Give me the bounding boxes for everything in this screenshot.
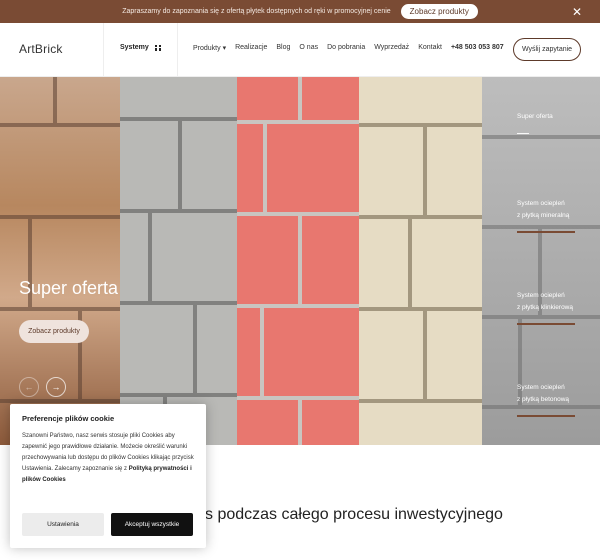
active-indicator	[517, 133, 529, 134]
nav-item-blog[interactable]: Blog	[276, 44, 290, 52]
hero-title: Super oferta	[19, 278, 119, 298]
slider-tab-betonowa[interactable]: System ociepleń z płytką betonową	[517, 382, 569, 406]
nav-item-realizacje[interactable]: Realizacje	[235, 44, 267, 52]
systemy-label: Systemy	[120, 44, 149, 51]
arrow-left-icon[interactable]: ←	[19, 377, 39, 397]
cookie-actions: Ustawienia Akceptuj wszystkie	[22, 513, 193, 536]
cookie-consent-dialog: Preferencje plików cookie Szanowni Państ…	[10, 404, 206, 548]
slider-tab-label: System ociepleń	[517, 292, 565, 299]
divider	[517, 415, 575, 417]
cookie-text: Szanowni Państwo, nasz serwis stosuje pl…	[22, 431, 194, 486]
slider-tab-label: z płytką mineralną	[517, 212, 570, 219]
close-icon[interactable]: ✕	[572, 5, 582, 19]
divider	[517, 323, 575, 325]
nav-item-kontakt[interactable]: Kontakt	[418, 44, 442, 52]
slider-tab-label: Super oferta	[517, 113, 553, 120]
nav-item-o-nas[interactable]: O nas	[299, 44, 318, 52]
accept-all-button[interactable]: Akceptuj wszystkie	[111, 513, 193, 536]
nav-item-wyprzedaz[interactable]: Wyprzedaż	[374, 44, 409, 52]
brick-pattern	[0, 77, 600, 445]
slider-tab-label: z płytką klinkierową	[517, 304, 573, 311]
section-heading: s podczas całego procesu inwestycyjnego	[205, 506, 503, 523]
divider	[103, 23, 104, 77]
grid-icon	[154, 44, 162, 51]
divider	[517, 231, 575, 233]
promo-bar: Zapraszamy do zapoznania się z ofertą pł…	[0, 0, 600, 23]
main-nav: Produkty ▾ Realizacje Blog O nas Do pobr…	[193, 44, 504, 52]
slider-tab-super-oferta[interactable]: Super oferta	[517, 111, 553, 123]
phone-link[interactable]: +48 503 053 807	[451, 44, 504, 52]
slider-tab-klinkierowa[interactable]: System ociepleń z płytką klinkierową	[517, 290, 573, 314]
slider-tab-label: z płytką betonową	[517, 396, 570, 403]
hero-products-button[interactable]: Zobacz produkty	[19, 320, 89, 343]
cookie-settings-button[interactable]: Ustawienia	[22, 513, 104, 536]
send-inquiry-button[interactable]: Wyślij zapytanie	[513, 38, 581, 61]
site-header: ArtBrick Systemy Produkty ▾ Realizacje B…	[0, 23, 600, 77]
promo-text: Zapraszamy do zapoznania się z ofertą pł…	[122, 8, 391, 15]
slider-tab-label: System ociepleń	[517, 384, 565, 391]
cookie-title: Preferencje plików cookie	[22, 414, 115, 423]
logo[interactable]: ArtBrick	[19, 42, 63, 56]
promo-products-button[interactable]: Zobacz produkty	[400, 4, 478, 19]
hero-slider: Super oferta Zobacz produkty ← → Super o…	[0, 77, 600, 445]
divider	[177, 23, 178, 77]
slider-tab-label: System ociepleń	[517, 200, 565, 207]
nav-item-produkty[interactable]: Produkty ▾	[193, 44, 226, 52]
arrow-right-icon[interactable]: →	[46, 377, 66, 397]
systemy-menu-button[interactable]: Systemy	[120, 44, 162, 51]
slider-tab-mineralna[interactable]: System ociepleń z płytką mineralną	[517, 198, 569, 222]
nav-item-do-pobrania[interactable]: Do pobrania	[327, 44, 365, 52]
